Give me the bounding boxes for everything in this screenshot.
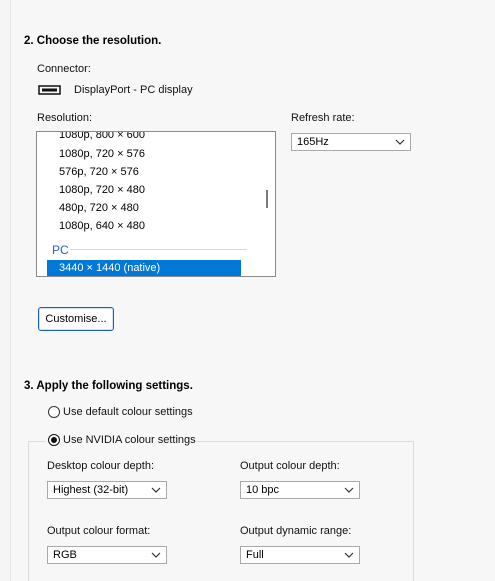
- connector-value: DisplayPort - PC display: [74, 84, 193, 96]
- desktop-depth-value: Highest (32-bit): [53, 484, 129, 496]
- chevron-down-icon: [344, 487, 354, 493]
- output-range-select[interactable]: Full: [240, 546, 360, 564]
- list-item[interactable]: 1080p, 800 × 600: [59, 132, 145, 141]
- connector-label: Connector:: [37, 63, 91, 75]
- output-depth-select[interactable]: 10 bpc: [240, 481, 360, 499]
- refresh-rate-select[interactable]: 165Hz: [291, 133, 411, 151]
- radio-nvidia-colour[interactable]: [48, 434, 60, 446]
- list-item[interactable]: 480p, 720 × 480: [59, 202, 139, 214]
- list-item[interactable]: 1080p, 720 × 480: [59, 184, 145, 196]
- chevron-down-icon: [344, 552, 354, 558]
- group-divider: [70, 249, 247, 250]
- chevron-down-icon: [151, 487, 161, 493]
- resolution-listbox[interactable]: 1080p, 800 × 600 1080p, 720 × 576 576p, …: [36, 131, 276, 277]
- radio-default-label: Use default colour settings: [63, 406, 193, 418]
- radio-nvidia-label: Use NVIDIA colour settings: [63, 434, 196, 446]
- scrollbar-thumb[interactable]: [266, 190, 268, 208]
- output-depth-label: Output colour depth:: [240, 460, 340, 472]
- section-3-heading: 3. Apply the following settings.: [24, 380, 193, 392]
- output-format-label: Output colour format:: [47, 525, 151, 537]
- chevron-down-icon: [395, 139, 405, 145]
- refresh-rate-label: Refresh rate:: [291, 112, 355, 124]
- list-item[interactable]: 1080p, 640 × 480: [59, 220, 145, 232]
- desktop-depth-select[interactable]: Highest (32-bit): [47, 481, 167, 499]
- chevron-down-icon: [151, 552, 161, 558]
- list-item[interactable]: 576p, 720 × 576: [59, 166, 139, 178]
- output-format-select[interactable]: RGB: [47, 546, 167, 564]
- section-2-heading: 2. Choose the resolution.: [24, 35, 162, 47]
- display-port-icon: [38, 84, 62, 96]
- customise-button[interactable]: Customise...: [38, 307, 114, 331]
- output-format-value: RGB: [53, 549, 77, 561]
- resolution-label: Resolution:: [37, 112, 93, 124]
- refresh-rate-value: 165Hz: [297, 136, 329, 148]
- output-depth-value: 10 bpc: [246, 484, 280, 496]
- desktop-depth-label: Desktop colour depth:: [47, 460, 155, 472]
- list-item[interactable]: 1080p, 720 × 576: [59, 148, 145, 160]
- output-range-value: Full: [246, 549, 264, 561]
- selected-resolution[interactable]: 3440 × 1440 (native): [47, 260, 241, 276]
- output-range-label: Output dynamic range:: [240, 525, 352, 537]
- radio-default-colour[interactable]: [48, 406, 60, 418]
- group-header-pc: PC: [52, 243, 69, 257]
